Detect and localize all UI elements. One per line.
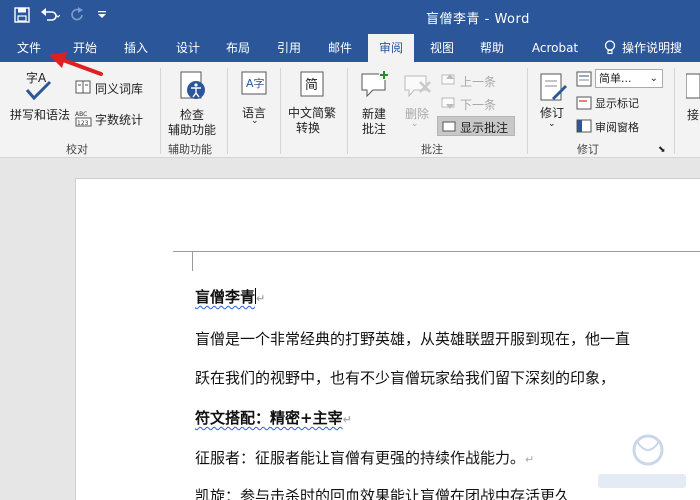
accept-icon (685, 72, 700, 104)
section-heading[interactable]: 符文搭配：精密+主宰↵ (195, 407, 352, 428)
svg-text:A字: A字 (246, 76, 265, 90)
group-divider (347, 68, 348, 154)
paragraph-mark: ↵ (256, 292, 266, 305)
check-accessibility-button-line2[interactable]: 辅助功能 (168, 121, 216, 138)
chevron-down-icon: ⌄ (251, 116, 259, 126)
tab-layout[interactable]: 布局 (216, 34, 260, 62)
tell-me-label: 操作说明搜 (622, 41, 683, 55)
chevron-down-icon: ⌄ (411, 119, 419, 129)
title-bar: 盲僧李青 - Word (0, 0, 700, 34)
show-comments-label: 显示批注 (460, 121, 509, 135)
crop-mark (192, 251, 193, 271)
new-comment-button-line2[interactable]: 批注 (362, 120, 386, 137)
paragraph-mark: ↵ (342, 413, 352, 426)
document-title: 盲僧李青 - Word (426, 12, 530, 27)
tell-me-search[interactable]: 操作说明搜 (604, 34, 700, 62)
group-divider (227, 68, 228, 154)
previous-comment-button[interactable]: 上一条 (460, 73, 496, 90)
quick-access-toolbar (14, 7, 108, 27)
tab-mailings[interactable]: 邮件 (318, 34, 362, 62)
redo-icon[interactable] (70, 7, 86, 27)
body-paragraph[interactable]: 盲僧是一个非常经典的打野英雄，从英雄联盟开服到现在，他一直 (195, 328, 630, 349)
paragraph-text: 征服者：征服者能让盲僧有更强的持续作战能力。 (195, 449, 526, 467)
save-icon[interactable] (14, 7, 30, 27)
ribbon-tabs: 文件 开始 插入 设计 布局 引用 邮件 审阅 视图 帮助 Acrobat 操作… (0, 34, 700, 62)
chinese-conversion-button-line2[interactable]: 转换 (296, 119, 320, 136)
dialog-launcher-icon[interactable]: ⬊ (658, 145, 666, 155)
accept-button[interactable]: 接 (687, 106, 699, 123)
body-paragraph[interactable]: 征服者：征服者能让盲僧有更强的持续作战能力。↵ (195, 447, 534, 468)
previous-comment-icon (441, 72, 457, 91)
margin-guide (193, 251, 700, 252)
svg-text:123: 123 (77, 120, 89, 127)
accessibility-group-label: 辅助功能 (168, 143, 212, 156)
tab-design[interactable]: 设计 (166, 34, 210, 62)
accessibility-checker-icon (178, 70, 208, 106)
chevron-down-icon: ⌄ (548, 119, 556, 129)
reviewing-pane-icon (576, 118, 592, 137)
chinese-conversion-icon: 简 (298, 70, 328, 106)
group-divider (674, 68, 675, 154)
show-comments-icon (442, 119, 456, 138)
comments-group-label: 批注 (421, 143, 443, 156)
tab-review[interactable]: 审阅 (368, 34, 414, 62)
lightbulb-icon (604, 37, 616, 65)
tab-references[interactable]: 引用 (268, 34, 310, 62)
watermark-logo (596, 430, 688, 494)
body-paragraph[interactable]: 凯旋：参与击杀时的回血效果能让盲僧在团战中存活更久 (195, 485, 570, 500)
markup-view-icon (576, 71, 592, 91)
markup-view-value: 简单... (599, 72, 632, 85)
spelling-button[interactable]: 拼写和语法 (10, 106, 70, 123)
next-comment-icon (441, 95, 457, 114)
tab-help[interactable]: 帮助 (470, 34, 514, 62)
markup-view-dropdown[interactable]: 简单... ⌄ (595, 69, 663, 88)
svg-text:字A: 字A (26, 70, 47, 85)
group-divider (280, 68, 281, 154)
body-paragraph[interactable]: 跃在我们的视野中，也有不少盲僧玩家给我们留下深刻的印象， (195, 367, 615, 388)
word-count-icon: ABC 123 (75, 109, 93, 131)
document-heading[interactable]: 盲僧李青↵ (195, 286, 265, 307)
chevron-down-icon: ⌄ (649, 73, 658, 84)
tab-insert[interactable]: 插入 (114, 34, 158, 62)
paragraph-mark: ↵ (525, 453, 535, 466)
section-heading-text: 符文搭配：精密+主宰 (195, 409, 343, 427)
new-comment-icon (359, 70, 391, 106)
crop-mark (173, 251, 193, 252)
tracking-group-label: 修订 (577, 143, 599, 156)
show-markup-button[interactable]: 显示标记 (595, 95, 639, 111)
tab-view[interactable]: 视图 (420, 34, 464, 62)
svg-text:ABC: ABC (75, 111, 87, 118)
show-markup-icon (576, 95, 592, 114)
svg-text:简: 简 (305, 77, 318, 93)
customize-qat-icon[interactable] (96, 9, 108, 25)
track-changes-icon (538, 72, 568, 108)
heading-text: 盲僧李青 (195, 288, 256, 306)
undo-icon[interactable] (40, 7, 61, 27)
next-comment-button[interactable]: 下一条 (460, 96, 496, 113)
tab-acrobat[interactable]: Acrobat (524, 34, 586, 62)
proofing-group-label: 校对 (66, 143, 88, 156)
tab-file[interactable]: 文件 (8, 34, 50, 62)
group-divider (527, 68, 528, 154)
language-icon: A字 (240, 70, 270, 106)
annotation-arrow-icon (45, 50, 105, 84)
word-count-button[interactable]: 字数统计 (95, 111, 143, 128)
reviewing-pane-button[interactable]: 审阅窗格 (595, 119, 639, 135)
group-divider (160, 68, 161, 154)
delete-comment-icon (402, 72, 432, 104)
